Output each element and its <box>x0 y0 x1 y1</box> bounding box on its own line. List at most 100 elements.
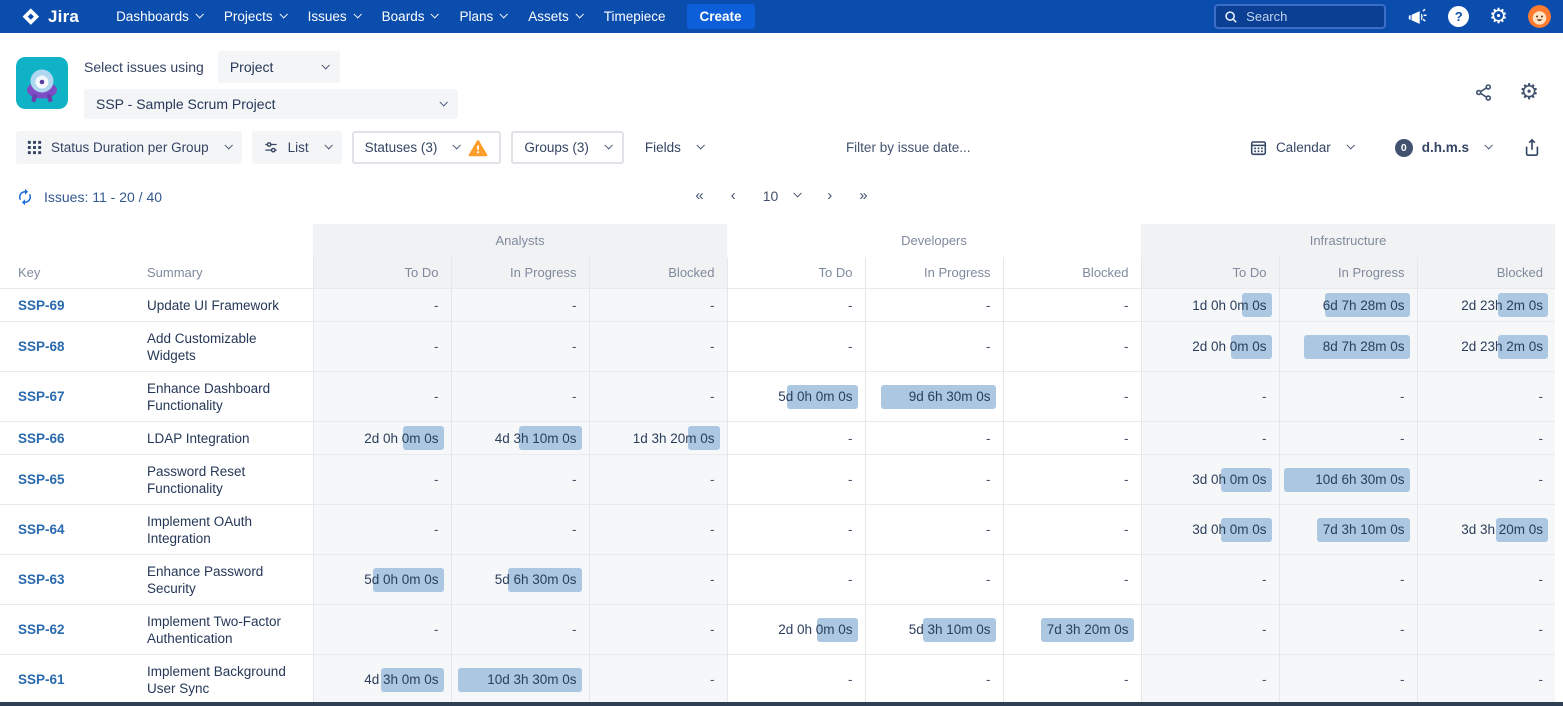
empty-duration: - <box>848 522 853 537</box>
empty-duration: - <box>1262 672 1267 687</box>
nav-item-boards[interactable]: Boards <box>371 0 449 33</box>
duration-cell: - <box>1417 422 1555 455</box>
announcements-icon[interactable] <box>1406 7 1428 27</box>
pagination-row: Issues: 11 - 20 / 40 « ‹ 10 › » <box>0 174 1563 224</box>
issue-key-link[interactable]: SSP-62 <box>18 622 65 637</box>
duration-cell: - <box>1279 422 1417 455</box>
last-page-button[interactable]: » <box>859 187 867 204</box>
duration-format-icon: 0 <box>1395 139 1413 157</box>
statuses-filter-button[interactable]: Statuses (3) <box>352 131 502 164</box>
nav-item-plans[interactable]: Plans <box>448 0 517 33</box>
duration-cell: - <box>865 655 1003 705</box>
previous-page-button[interactable]: ‹ <box>731 187 736 204</box>
empty-duration: - <box>572 389 577 404</box>
empty-duration: - <box>1400 572 1405 587</box>
nav-item-issues[interactable]: Issues <box>297 0 371 33</box>
summary-cell: Enhance Password Security <box>145 555 313 605</box>
duration-cell: - <box>865 422 1003 455</box>
duration-cell: 3d 0h 0m 0s <box>1141 505 1279 555</box>
duration-cell: - <box>313 372 451 422</box>
key-cell: SSP-64 <box>0 505 145 555</box>
duration-value: 10d 6h 30m 0s <box>1315 472 1404 487</box>
duration-cell: 4d 3h 10m 0s <box>451 422 589 455</box>
page-size-select[interactable]: 10 <box>763 188 801 204</box>
create-button[interactable]: Create <box>687 4 755 29</box>
share-icon[interactable] <box>1474 83 1493 102</box>
help-icon[interactable]: ? <box>1448 6 1469 27</box>
duration-format-value: d.h.m.s <box>1422 140 1469 155</box>
issue-source-type-select[interactable]: Project <box>218 51 340 83</box>
jira-logo[interactable]: Jira <box>20 6 79 28</box>
issue-key-link[interactable]: SSP-68 <box>18 339 65 354</box>
next-page-button[interactable]: › <box>827 187 832 204</box>
issue-key-link[interactable]: SSP-63 <box>18 572 65 587</box>
duration-cell: 3d 0h 0m 0s <box>1141 455 1279 505</box>
settings-icon[interactable]: ⚙ <box>1489 6 1508 27</box>
search-input[interactable] <box>1246 9 1366 24</box>
empty-duration: - <box>572 522 577 537</box>
fields-button[interactable]: Fields <box>634 131 714 164</box>
duration-cell: 7d 3h 10m 0s <box>1279 505 1417 555</box>
duration-cell: - <box>451 372 589 422</box>
app-window: Jira DashboardsProjects Issues BoardsPlans… <box>0 0 1563 706</box>
report-settings-icon[interactable]: ⚙ <box>1519 81 1539 103</box>
nav-item-projects[interactable]: Projects <box>213 0 297 33</box>
duration-cell: - <box>589 555 727 605</box>
first-page-button[interactable]: « <box>695 187 703 204</box>
nav-item-timepiece[interactable]: Timepiece <box>593 0 677 33</box>
empty-duration: - <box>1124 298 1129 313</box>
chevron-down-icon <box>604 141 612 149</box>
table-row: SSP-68Add Customizable Widgets------2d 0… <box>0 322 1555 372</box>
duration-cell: 2d 23h 2m 0s <box>1417 289 1555 322</box>
issue-key-link[interactable]: SSP-65 <box>18 472 65 487</box>
duration-cell: 5d 0h 0m 0s <box>727 372 865 422</box>
refresh-icon[interactable] <box>16 188 34 206</box>
group-header-infrastructure: Infrastructure <box>1141 224 1555 257</box>
nav-item-assets[interactable]: Assets <box>517 0 593 33</box>
report-type-select[interactable]: Status Duration per Group <box>16 131 242 164</box>
empty-duration: - <box>1124 522 1129 537</box>
duration-cell: 10d 3h 30m 0s <box>451 655 589 705</box>
duration-cell: - <box>727 422 865 455</box>
issue-source-type-value: Project <box>230 59 274 75</box>
duration-cell: - <box>451 455 589 505</box>
issue-key-link[interactable]: SSP-69 <box>18 298 65 313</box>
table-row: SSP-62Implement Two-Factor Authenticatio… <box>0 605 1555 655</box>
duration-cell: 5d 6h 30m 0s <box>451 555 589 605</box>
column-header-to-do: To Do <box>727 257 865 289</box>
duration-cell: - <box>589 289 727 322</box>
issue-date-filter[interactable]: Filter by issue date... <box>846 140 971 155</box>
user-avatar[interactable] <box>1528 5 1551 28</box>
summary-cell: Enhance Dashboard Functionality <box>145 372 313 422</box>
duration-cell: - <box>1003 455 1141 505</box>
empty-duration: - <box>848 431 853 446</box>
duration-format-select[interactable]: 0 d.h.m.s <box>1395 131 1491 164</box>
pager: « ‹ 10 › » <box>695 187 867 204</box>
issue-key-link[interactable]: SSP-67 <box>18 389 65 404</box>
column-header-in-progress: In Progress <box>451 257 589 289</box>
groups-filter-button[interactable]: Groups (3) <box>511 131 624 164</box>
chevron-down-icon <box>1484 141 1492 149</box>
empty-duration: - <box>434 389 439 404</box>
duration-value: 6d 7h 28m 0s <box>1323 298 1405 313</box>
empty-duration: - <box>1539 389 1544 404</box>
issue-key-link[interactable]: SSP-66 <box>18 431 65 446</box>
issue-key-link[interactable]: SSP-61 <box>18 672 65 687</box>
empty-duration: - <box>986 572 991 587</box>
duration-cell: 4d 3h 0m 0s <box>313 655 451 705</box>
duration-cell: - <box>1279 372 1417 422</box>
duration-cell: - <box>589 372 727 422</box>
duration-cell: 8d 7h 28m 0s <box>1279 322 1417 372</box>
nav-item-label: Issues <box>308 9 347 24</box>
issues-count-label: Issues: 11 - 20 / 40 <box>44 189 162 205</box>
issue-source-controls: Select issues using Project SSP - Sample… <box>84 57 458 119</box>
calendar-button[interactable]: Calendar <box>1250 131 1353 164</box>
global-search[interactable] <box>1214 4 1386 29</box>
nav-item-dashboards[interactable]: Dashboards <box>105 0 213 33</box>
export-icon[interactable] <box>1523 138 1541 157</box>
project-select[interactable]: SSP - Sample Scrum Project <box>84 89 458 119</box>
header-spacer <box>0 224 313 257</box>
duration-cell: - <box>1279 655 1417 705</box>
view-mode-select[interactable]: List <box>252 131 342 164</box>
issue-key-link[interactable]: SSP-64 <box>18 522 65 537</box>
